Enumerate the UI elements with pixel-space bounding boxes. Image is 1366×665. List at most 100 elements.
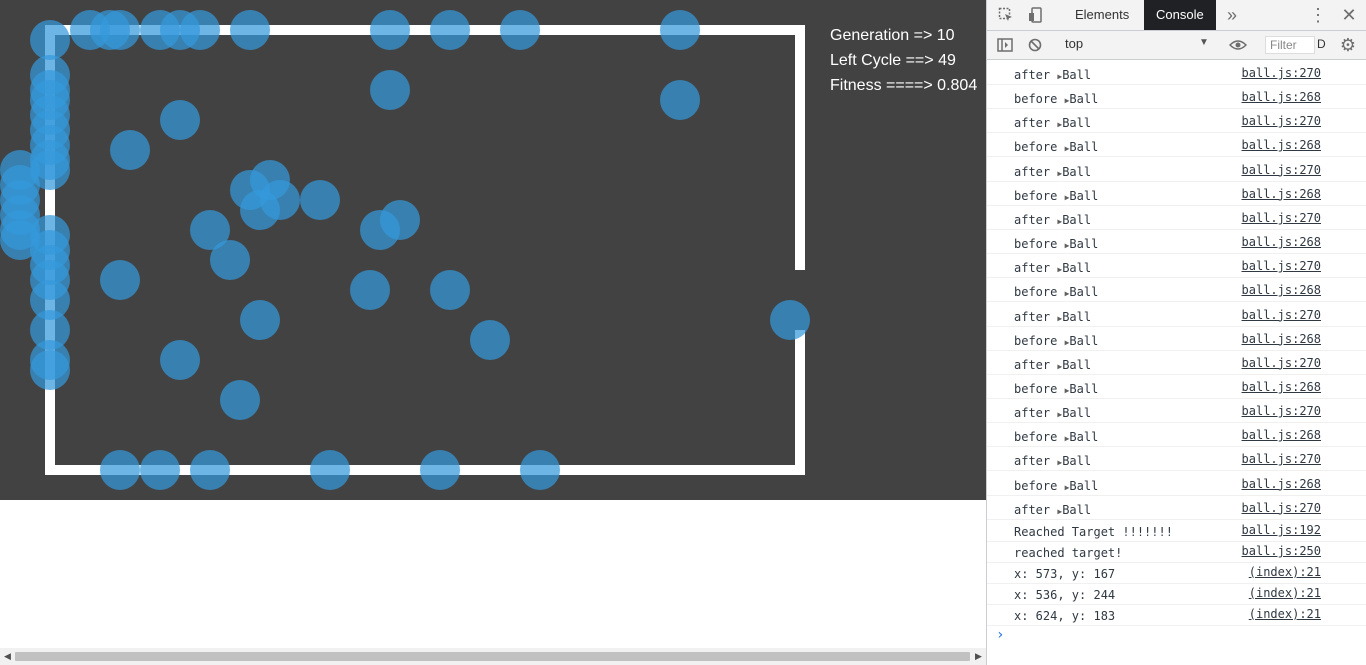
console-source-link[interactable]: ball.js:270 (1242, 308, 1321, 322)
console-log-row[interactable]: before ▶Ball ball.js:268 (987, 278, 1366, 303)
gear-icon[interactable]: ⚙ (1337, 31, 1359, 59)
console-log-row[interactable]: after ▶Ball ball.js:270 (987, 399, 1366, 424)
scrollbar-thumb[interactable] (15, 652, 970, 661)
console-source-link[interactable]: (index):21 (1249, 586, 1321, 600)
kebab-menu-icon[interactable]: ⋮ (1309, 0, 1327, 30)
scroll-left-icon[interactable]: ◀ (0, 648, 15, 665)
console-prompt-icon[interactable]: › (996, 627, 1004, 643)
console-source-link[interactable]: ball.js:270 (1242, 114, 1321, 128)
inspect-icon[interactable] (995, 0, 1017, 30)
context-selector[interactable]: top (1065, 36, 1083, 51)
console-output[interactable]: after ▶Ball ball.js:270 before ▶Ball ball.j… (987, 61, 1366, 665)
console-source-link[interactable]: ball.js:270 (1242, 452, 1321, 466)
ball (660, 80, 700, 120)
console-source-link[interactable]: ball.js:270 (1242, 501, 1321, 515)
console-object-name[interactable]: Ball (1062, 213, 1091, 227)
console-log-row[interactable]: before ▶Ball ball.js:268 (987, 133, 1366, 158)
console-log-row[interactable]: x: 624, y: 183 (index):21 (987, 605, 1366, 626)
console-object-name[interactable]: Ball (1069, 237, 1098, 251)
console-source-link[interactable]: ball.js:270 (1242, 163, 1321, 177)
console-log-row[interactable]: after ▶Ball ball.js:270 (987, 496, 1366, 520)
console-source-link[interactable]: ball.js:270 (1242, 66, 1321, 80)
console-source-link[interactable]: ball.js:268 (1242, 380, 1321, 394)
console-log-row[interactable]: before ▶Ball ball.js:268 (987, 472, 1366, 496)
console-log-row[interactable]: reached target! ball.js:250 (987, 542, 1366, 563)
console-object-name[interactable]: Ball (1069, 140, 1098, 154)
console-log-row[interactable]: after ▶Ball ball.js:270 (987, 254, 1366, 279)
console-source-link[interactable]: ball.js:268 (1242, 477, 1321, 491)
console-message: before ▶Ball (1014, 285, 1098, 299)
console-message-text: after (1014, 212, 1051, 227)
eye-icon[interactable] (1227, 31, 1249, 59)
console-log-row[interactable]: before ▶Ball ball.js:268 (987, 423, 1366, 448)
console-object-name[interactable]: Ball (1069, 334, 1098, 348)
filter-levels-label[interactable]: D (1317, 37, 1326, 51)
console-source-link[interactable]: (index):21 (1249, 565, 1321, 579)
console-object-name[interactable]: Ball (1062, 503, 1091, 517)
console-log-row[interactable]: after ▶Ball ball.js:270 (987, 61, 1366, 85)
console-log-row[interactable]: before ▶Ball ball.js:268 (987, 230, 1366, 255)
console-object-name[interactable]: Ball (1069, 285, 1098, 299)
console-source-link[interactable]: (index):21 (1249, 607, 1321, 621)
console-source-link[interactable]: ball.js:268 (1242, 187, 1321, 201)
console-log-row[interactable]: before ▶Ball ball.js:268 (987, 85, 1366, 110)
console-log-row[interactable]: after ▶Ball ball.js:270 (987, 206, 1366, 230)
console-source-link[interactable]: ball.js:268 (1242, 283, 1321, 297)
console-source-link[interactable]: ball.js:268 (1242, 428, 1321, 442)
console-message-text: before (1014, 92, 1058, 107)
console-source-link[interactable]: ball.js:250 (1242, 544, 1321, 558)
tab-console[interactable]: Console (1144, 0, 1216, 30)
console-log-row[interactable]: x: 536, y: 244 (index):21 (987, 584, 1366, 605)
console-log-row[interactable]: x: 573, y: 167 (index):21 (987, 563, 1366, 584)
console-object-name[interactable]: Ball (1062, 310, 1091, 324)
clear-console-icon[interactable] (1025, 31, 1045, 59)
console-object-name[interactable]: Ball (1069, 382, 1098, 396)
console-source-link[interactable]: ball.js:268 (1242, 90, 1321, 104)
console-object-name[interactable]: Ball (1062, 261, 1091, 275)
console-source-link[interactable]: ball.js:270 (1242, 404, 1321, 418)
console-source-link[interactable]: ball.js:268 (1242, 332, 1321, 346)
console-object-name[interactable]: Ball (1069, 189, 1098, 203)
horizontal-scrollbar[interactable]: ◀ ▶ (0, 648, 986, 665)
console-log-row[interactable]: after ▶Ball ball.js:270 (987, 351, 1366, 375)
console-object-name[interactable]: Ball (1069, 479, 1098, 493)
console-source-link[interactable]: ball.js:270 (1242, 259, 1321, 273)
console-log-row[interactable]: after ▶Ball ball.js:270 (987, 303, 1366, 327)
console-object-name[interactable]: Ball (1062, 358, 1091, 372)
console-object-name[interactable]: Ball (1062, 68, 1091, 82)
scroll-right-icon[interactable]: ▶ (971, 648, 986, 665)
console-object-name[interactable]: Ball (1062, 165, 1091, 179)
console-log-row[interactable]: Reached Target !!!!!!! ball.js:192 (987, 521, 1366, 542)
dropdown-arrow-icon[interactable]: ▼ (1199, 37, 1209, 48)
ball (310, 450, 350, 490)
console-source-link[interactable]: ball.js:268 (1242, 138, 1321, 152)
tab-elements[interactable]: Elements (1063, 0, 1141, 30)
console-log-row[interactable]: after ▶Ball ball.js:270 (987, 447, 1366, 472)
console-log-row[interactable]: after ▶Ball ball.js:270 (987, 158, 1366, 182)
console-message: before ▶Ball (1014, 334, 1098, 348)
console-object-name[interactable]: Ball (1062, 406, 1091, 420)
ball (240, 300, 280, 340)
console-message: after ▶Ball (1014, 310, 1091, 324)
console-log-row[interactable]: before ▶Ball ball.js:268 (987, 327, 1366, 351)
console-message-text: after (1014, 309, 1051, 324)
console-source-link[interactable]: ball.js:270 (1242, 211, 1321, 225)
more-tabs-icon[interactable]: » (1223, 0, 1241, 30)
device-toggle-icon[interactable] (1025, 0, 1047, 30)
console-log-row[interactable]: after ▶Ball ball.js:270 (987, 109, 1366, 134)
filter-input[interactable]: Filter (1265, 36, 1315, 54)
console-source-link[interactable]: ball.js:268 (1242, 235, 1321, 249)
sidebar-toggle-icon[interactable] (995, 31, 1015, 59)
console-log-row[interactable]: before ▶Ball ball.js:268 (987, 375, 1366, 399)
simulation-canvas[interactable]: Generation => 10 Left Cycle ==> 49 Fitne… (0, 0, 986, 500)
console-source-link[interactable]: ball.js:270 (1242, 356, 1321, 370)
console-object-name[interactable]: Ball (1069, 92, 1098, 106)
console-log-row[interactable]: before ▶Ball ball.js:268 (987, 182, 1366, 206)
console-object-name[interactable]: Ball (1062, 116, 1091, 130)
console-message: before ▶Ball (1014, 237, 1098, 251)
close-icon[interactable]: ✕ (1339, 0, 1359, 30)
console-object-name[interactable]: Ball (1069, 430, 1098, 444)
console-source-link[interactable]: ball.js:192 (1242, 523, 1321, 537)
wall-right-upper (795, 25, 805, 270)
console-object-name[interactable]: Ball (1062, 454, 1091, 468)
